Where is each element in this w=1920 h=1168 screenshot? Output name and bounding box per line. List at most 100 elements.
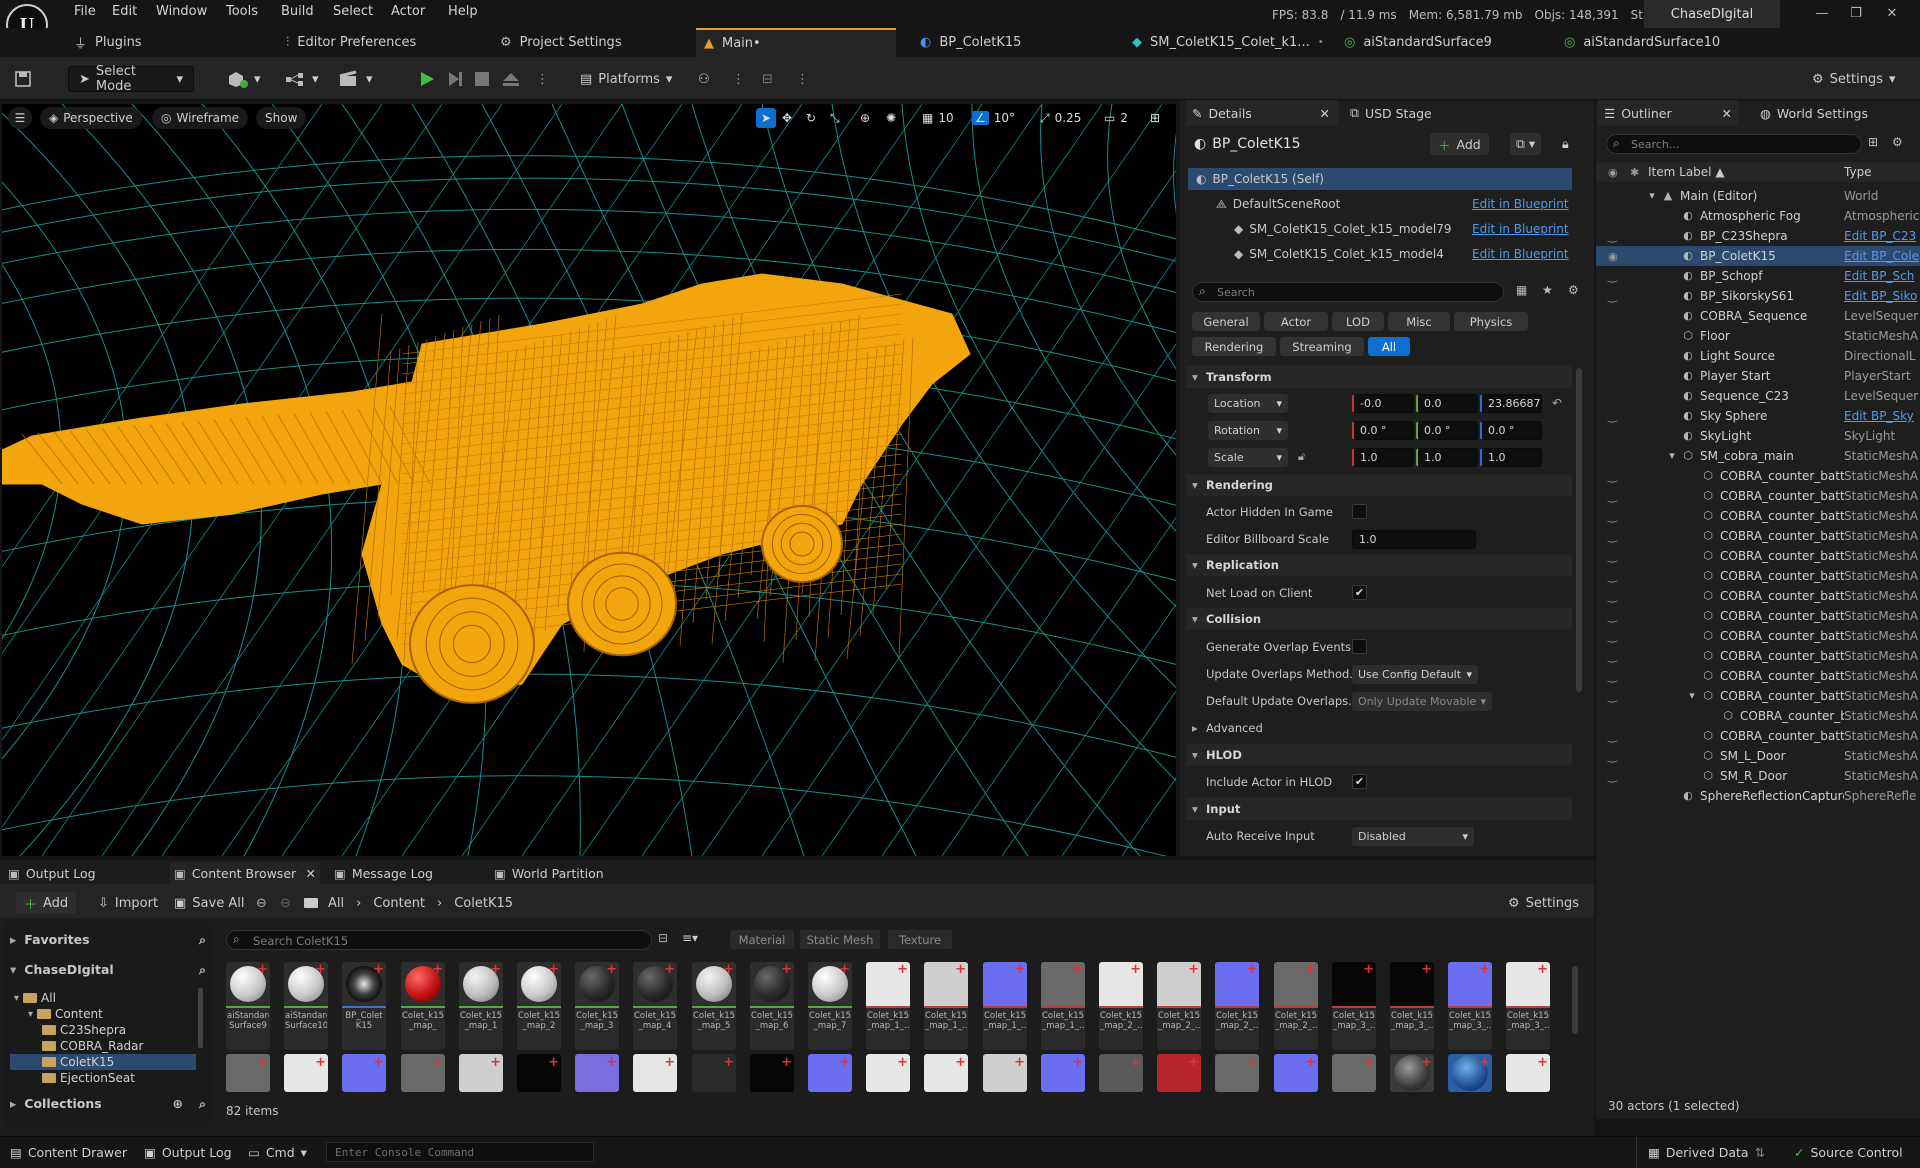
tab-details[interactable]: ✎ Details ✕ [1186, 100, 1338, 126]
tab-message-log[interactable]: ▣ Message Log [334, 862, 433, 884]
type-filter-texture[interactable]: Texture [888, 930, 952, 949]
filter-icon[interactable]: ≡▾ [682, 931, 698, 945]
tab-6[interactable]: ◎ aiStandardSurface9 [1336, 28, 1536, 57]
lock-icon[interactable]: 🔒︎ [1562, 133, 1569, 155]
type-filter-static-mesh[interactable]: Static Mesh [800, 930, 880, 949]
console-input[interactable]: Enter Console Command [326, 1142, 594, 1162]
type-column[interactable]: Type [1844, 165, 1920, 179]
filter-actor[interactable]: Actor [1264, 312, 1328, 331]
tree-item[interactable]: EjectionSeat [10, 1070, 196, 1086]
asset-tile[interactable]: + Colet_k15 _map_2_... [1157, 962, 1201, 1050]
asset-tile[interactable]: + [1157, 1054, 1201, 1092]
tab-7[interactable]: ◎ aiStandardSurface10 [1556, 28, 1776, 57]
filter-physics[interactable]: Physics [1454, 312, 1528, 331]
search-icon[interactable]: ⌕ [199, 962, 206, 978]
component-row[interactable]: ⟁ DefaultSceneRoot Edit in Blueprint [1188, 193, 1572, 215]
outliner-row[interactable]: ◐ SkyLight SkyLight [1596, 426, 1920, 446]
eye-closed-icon[interactable]: ‿ [1608, 410, 1617, 423]
asset-tile[interactable]: + Colet_k15 _map_2_... [1274, 962, 1318, 1050]
eye-closed-icon[interactable]: ‿ [1608, 630, 1617, 643]
breadcrumb-all[interactable]: All [328, 896, 344, 911]
eye-closed-icon[interactable]: ‿ [1608, 690, 1617, 703]
outliner-row[interactable]: ‿ ◐ BP_Schopf Edit BP_Sch [1596, 266, 1920, 286]
content-search-input[interactable]: ⌕ Search ColetK15 [226, 930, 652, 950]
add-folder-icon[interactable]: ⊞ [1868, 135, 1878, 149]
outliner-row[interactable]: ‿ ⬡ COBRA_counter_batte StaticMeshA [1596, 626, 1920, 646]
search-icon[interactable]: ⌕ [199, 1096, 206, 1112]
eject-button[interactable] [502, 66, 520, 92]
asset-tile[interactable]: + [1448, 1054, 1492, 1092]
minimize-icon[interactable]: — [1812, 6, 1832, 22]
asset-tile[interactable]: + Colet_k15 _map_2 [517, 962, 561, 1050]
project-tab[interactable]: ChaseDIgital [1644, 0, 1780, 28]
tab-content-browser[interactable]: ▣ Content Browser ✕ [170, 862, 320, 884]
details-search-input[interactable]: ⌕ Search [1192, 282, 1504, 302]
filter-rendering[interactable]: Rendering [1192, 337, 1276, 356]
unlock-icon[interactable]: 🔓︎ [1298, 450, 1305, 464]
outliner-row[interactable]: ▾ ⬡ SM_cobra_main StaticMeshA [1596, 446, 1920, 466]
component-row[interactable]: ◆ SM_ColetK15_Colet_k15_model79 Edit in Bl… [1188, 218, 1572, 240]
forward-icon[interactable]: ⊖ [280, 892, 291, 914]
eye-closed-icon[interactable]: ‿ [1608, 550, 1617, 563]
rotation-y-field[interactable]: 0.0 ° [1416, 421, 1478, 440]
menu-window[interactable]: Window [156, 4, 207, 19]
filter-general[interactable]: General [1192, 312, 1260, 331]
location-dropdown[interactable]: Location ▾ [1208, 394, 1288, 413]
menu-help[interactable]: Help [448, 4, 478, 19]
outliner-row[interactable]: ‿ ⬡ COBRA_counter_batte StaticMeshA [1596, 566, 1920, 586]
eye-closed-icon[interactable]: ‿ [1608, 590, 1617, 603]
asset-tile[interactable]: + [459, 1054, 503, 1092]
filter-misc[interactable]: Misc [1388, 312, 1450, 331]
stop-button[interactable] [474, 66, 490, 92]
eye-closed-icon[interactable]: ‿ [1608, 670, 1617, 683]
build-icon[interactable]: ⊟ [762, 66, 773, 92]
outliner-row[interactable]: ‿ ⬡ COBRA_counter_batte StaticMeshA [1596, 646, 1920, 666]
tree-scrollbar[interactable] [198, 988, 203, 1048]
eye-closed-icon[interactable]: ‿ [1608, 230, 1617, 243]
tree-item[interactable]: ▾ Content [10, 1006, 196, 1022]
filter-streaming[interactable]: Streaming [1280, 337, 1364, 356]
pin-icon[interactable]: ✱ [1630, 166, 1639, 179]
outliner-row[interactable]: ◐ Atmospheric Fog Atmospheric [1596, 206, 1920, 226]
asset-tile[interactable]: + Colet_k15 _map_1_... [1041, 962, 1085, 1050]
eye-icon[interactable]: ◉ [1608, 250, 1618, 263]
filter-lod[interactable]: LOD [1332, 312, 1384, 331]
search-icon[interactable]: ⌕ [199, 932, 206, 948]
grid-snap-button[interactable]: ▦ 10 [922, 108, 954, 128]
asset-tile[interactable]: + [342, 1054, 386, 1092]
menu-tools[interactable]: Tools [226, 4, 258, 19]
outliner-row[interactable]: ‿ ⬡ COBRA_counter_batte StaticMeshA [1596, 586, 1920, 606]
location-x-field[interactable]: -0.0 [1352, 394, 1414, 413]
type-filter-material[interactable]: Material [730, 930, 794, 949]
translate-tool-icon[interactable]: ✥ [782, 108, 792, 128]
close-icon[interactable]: ✕ [1882, 6, 1902, 22]
select-tool-icon[interactable]: ➤ [756, 108, 776, 128]
outliner-row[interactable]: ‿ ⬡ COBRA_counter_batte StaticMeshA [1596, 486, 1920, 506]
asset-tile[interactable]: + [226, 1054, 270, 1092]
source-control-button[interactable]: ✓ Source Control [1794, 1136, 1903, 1168]
tab-0[interactable]: ⏚ Plugins [66, 28, 206, 57]
gear-icon[interactable]: ⚙ [1892, 135, 1903, 149]
eye-closed-icon[interactable]: ‿ [1608, 530, 1617, 543]
scale-y-field[interactable]: 1.0 [1416, 448, 1478, 467]
tree-item[interactable]: ▾ All [10, 990, 196, 1006]
asset-tile[interactable]: + [750, 1054, 794, 1092]
menu-file[interactable]: File [74, 4, 96, 19]
tab-3[interactable]: ▲ Main• [696, 28, 896, 57]
billboard-scale-field[interactable]: 1.0 [1352, 530, 1476, 549]
star-icon[interactable]: ★ [1542, 283, 1553, 297]
chevron-down-icon[interactable]: ▾ [1666, 450, 1678, 462]
multiplayer-icon[interactable]: ⚇ [698, 66, 710, 92]
folder-icon[interactable] [304, 892, 318, 914]
component-row[interactable]: ◆ SM_ColetK15_Colet_k15_model4 Edit in Blu… [1188, 243, 1572, 265]
outliner-row[interactable]: ◐ SphereReflectionCapture SphereRefle [1596, 786, 1920, 806]
net-load-checkbox[interactable]: ✔ [1352, 585, 1367, 600]
save-icon[interactable] [14, 66, 32, 92]
filter-all[interactable]: All [1368, 337, 1410, 356]
asset-tile[interactable]: + Colet_k15 _map_3_... [1390, 962, 1434, 1050]
collections-header[interactable]: ▸ Collections ⊕ ⌕ [10, 1096, 206, 1112]
hamburger-menu-icon[interactable]: ☰ [8, 107, 32, 129]
outliner-row[interactable]: ‿ ⬡ COBRA_counter_batte StaticMeshA [1596, 466, 1920, 486]
asset-tile[interactable]: + Colet_k15 _map_5 [692, 962, 736, 1050]
asset-tile[interactable]: + [633, 1054, 677, 1092]
